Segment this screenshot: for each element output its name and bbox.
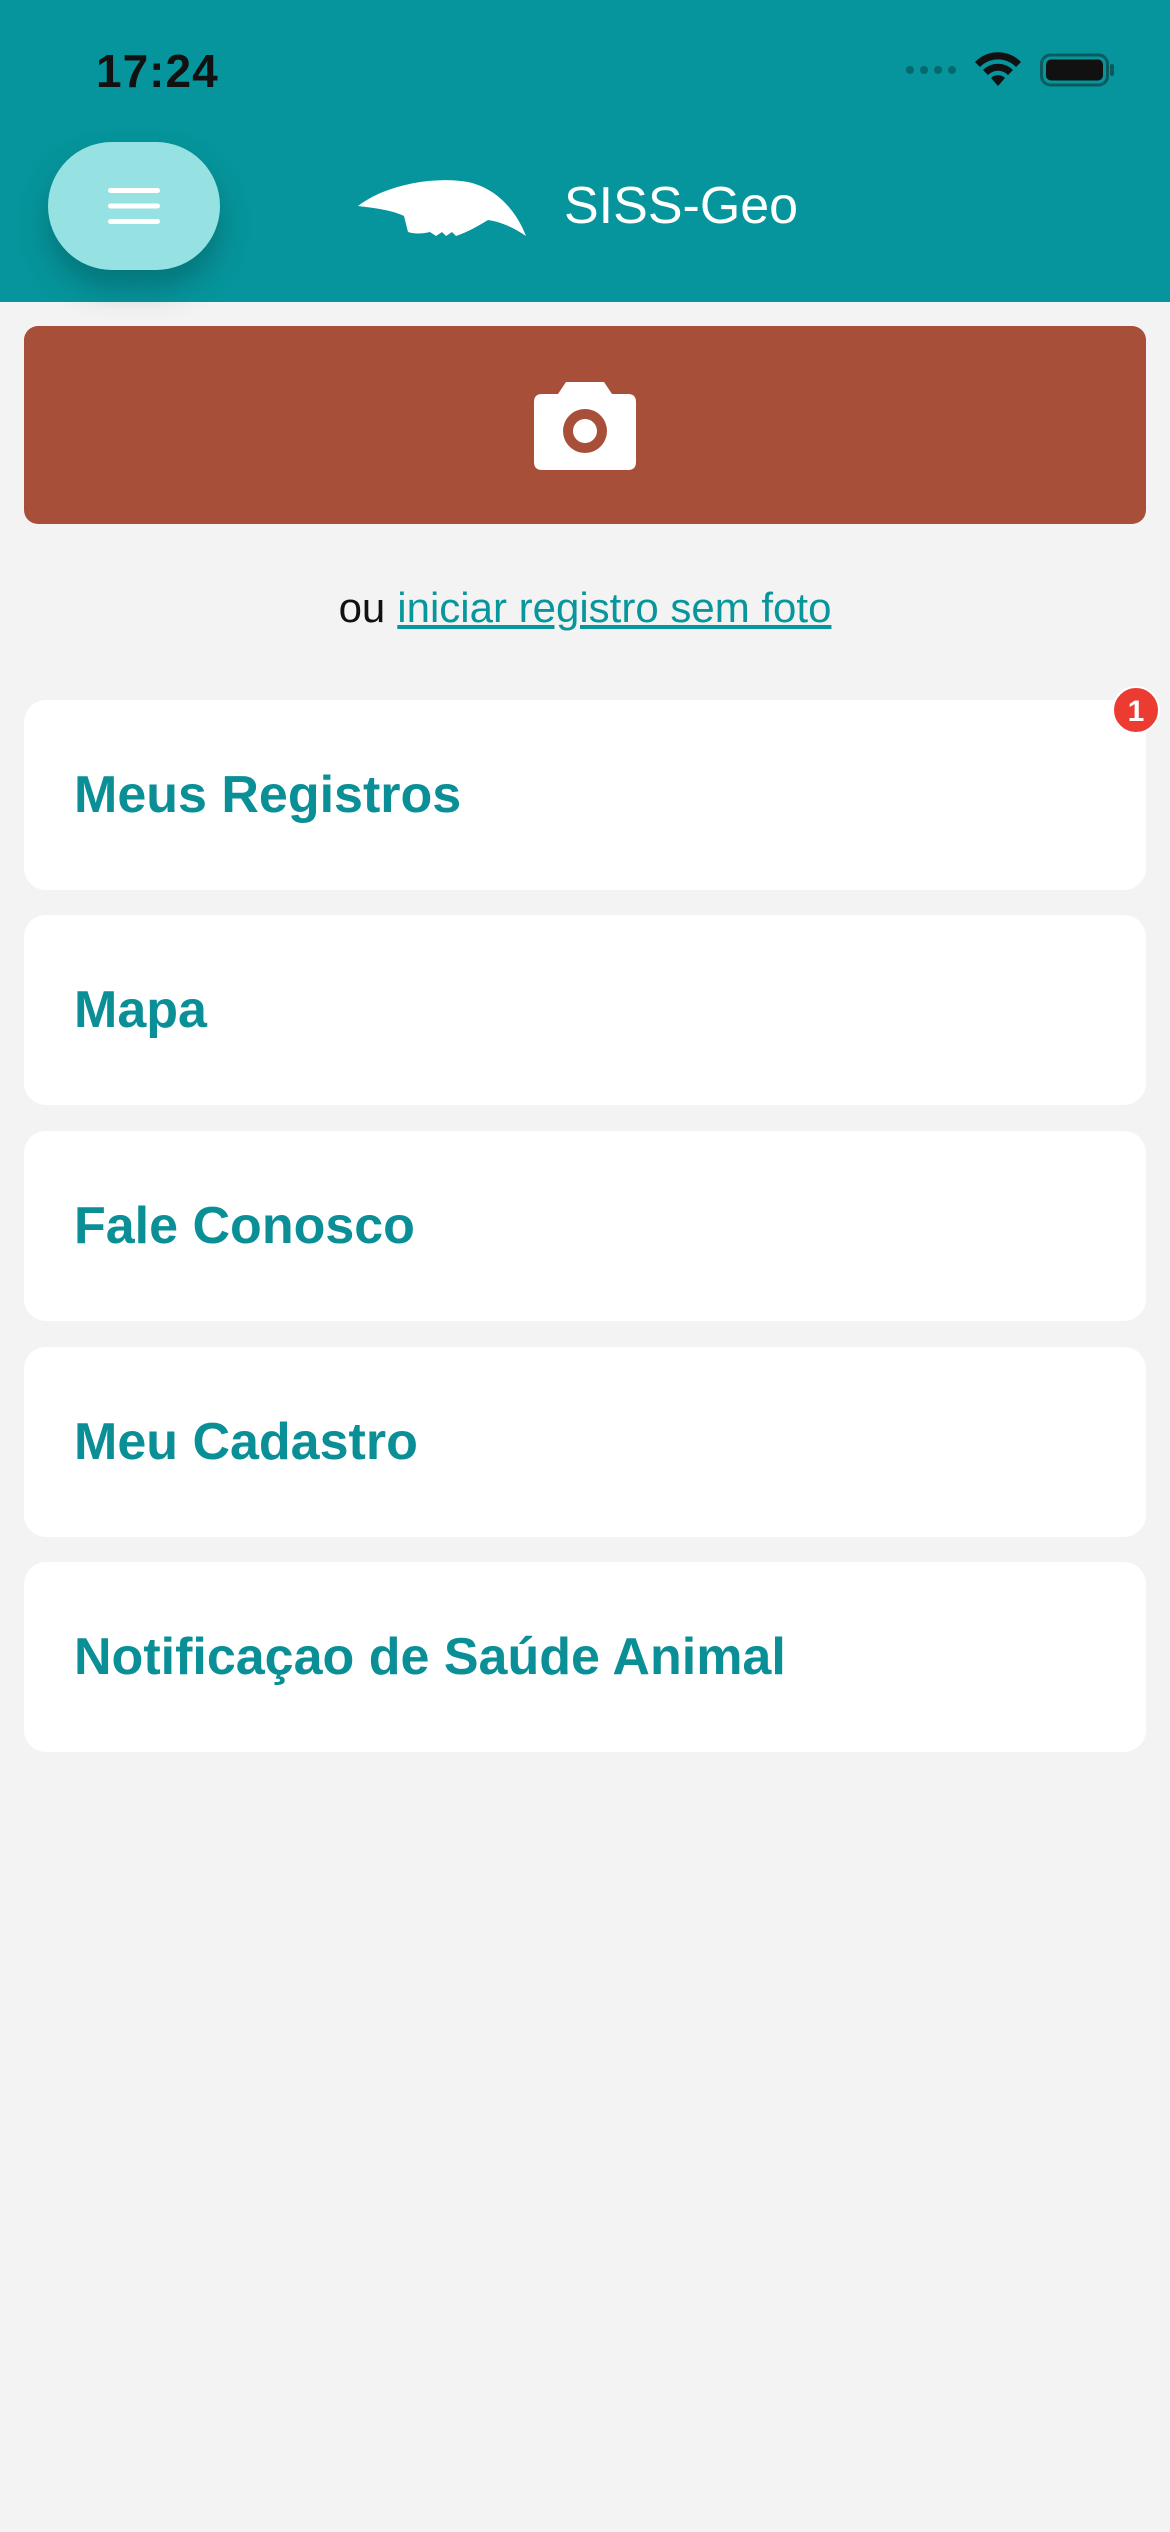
hamburger-icon (108, 188, 160, 224)
app-header: 17:24 SISS-Geo (0, 0, 1170, 302)
menu-item-label: Meu Cadastro (74, 1413, 418, 1471)
menu-item-notificacao-saude-animal[interactable]: Notificaçao de Saúde Animal (24, 1562, 1146, 1752)
camera-icon (534, 382, 636, 470)
menu-item-fale-conosco[interactable]: Fale Conosco (24, 1131, 1146, 1321)
no-photo-row: ou iniciar registro sem foto (0, 584, 1170, 632)
anteater-logo-icon (358, 180, 526, 236)
battery-icon (1040, 53, 1114, 87)
menu-item-label: Meus Registros (74, 766, 462, 824)
menu-item-label: Fale Conosco (74, 1197, 415, 1255)
take-photo-button[interactable] (24, 326, 1146, 524)
menu-item-label: Notificaçao de Saúde Animal (74, 1628, 786, 1686)
home-screen: 17:24 SISS-Geo ou iniciar registro sem f… (0, 0, 1170, 2532)
cellular-signal-icon (906, 66, 956, 74)
start-without-photo-link[interactable]: iniciar registro sem foto (397, 584, 831, 631)
menu-item-meu-cadastro[interactable]: Meu Cadastro (24, 1347, 1146, 1537)
menu-item-mapa[interactable]: Mapa (24, 915, 1146, 1105)
app-title: SISS-Geo (564, 177, 799, 235)
menu-item-meus-registros[interactable]: Meus Registros (24, 700, 1146, 890)
notification-badge: 1 (1112, 686, 1160, 734)
status-indicators (906, 52, 1116, 88)
alt-prefix: ou (338, 584, 386, 631)
menu-button[interactable] (48, 142, 220, 270)
status-time: 17:24 (96, 45, 219, 97)
menu-item-label: Mapa (74, 981, 207, 1039)
wifi-icon (975, 52, 1021, 86)
